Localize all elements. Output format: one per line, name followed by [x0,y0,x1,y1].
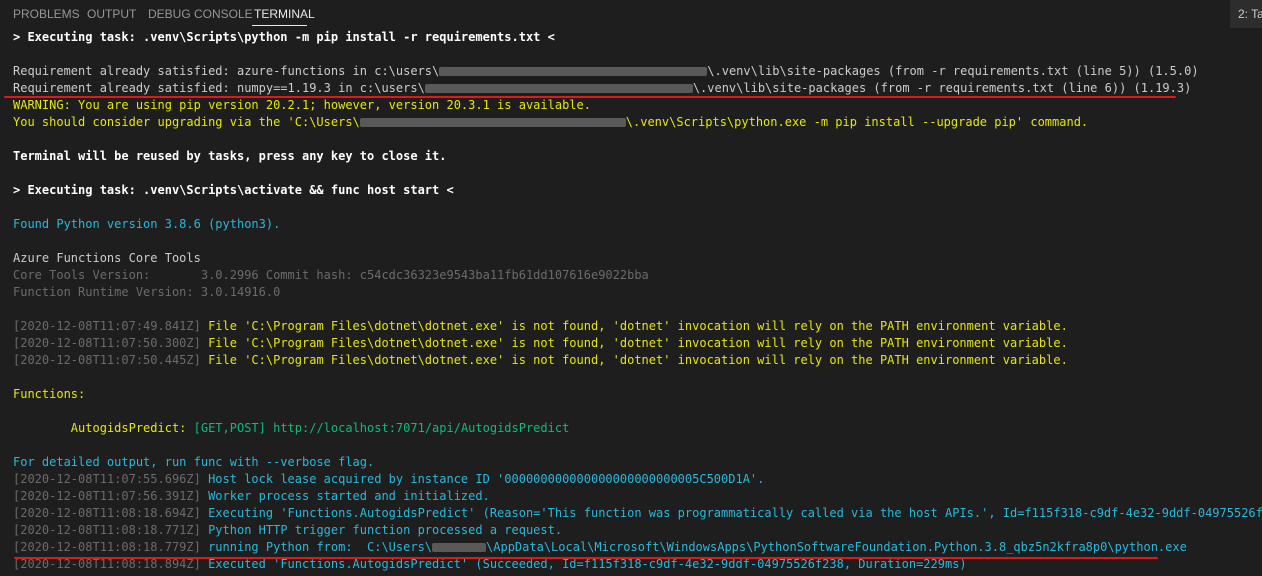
terminal-text: \.venv\lib\site-packages (from -r requir… [707,64,1199,78]
terminal-line: AutogidsPredict: [GET,POST] http://local… [13,421,570,438]
terminal-line: [2020-12-08T11:07:49.841Z] File 'C:\Prog… [13,319,1068,336]
terminal-line: You should consider upgrading via the 'C… [13,115,1088,132]
terminal-text: Requirement already satisfied: numpy==1.… [13,81,425,95]
terminal-line: > Executing task: .venv\Scripts\activate… [13,183,454,197]
terminal-text: \AppData\Local\Microsoft\WindowsApps\Pyt… [486,540,1187,554]
tab-problems[interactable]: PROBLEMS [13,7,80,21]
terminal-text: \.venv\Scripts\python.exe -m pip install… [625,115,1089,129]
terminal-text: File 'C:\Program Files\dotnet\dotnet.exe… [200,353,1068,367]
terminal-output[interactable]: > Executing task: .venv\Scripts\python -… [0,30,1262,576]
log-timestamp: [2020-12-08T11:07:55.696Z] [13,472,201,486]
terminal-text: Requirement already satisfied: azure-fun… [13,64,440,78]
annotation-underline [14,557,1158,559]
function-url-link[interactable]: http://localhost:7071/api/AutogidsPredic… [266,421,569,435]
redacted-username [439,67,708,76]
log-timestamp: [2020-12-08T11:07:50.445Z] [13,353,201,367]
log-timestamp: [2020-12-08T11:08:18.779Z] [13,540,201,554]
terminal-text: Host lock lease acquired by instance ID … [200,472,765,486]
terminal-line: [2020-12-08T11:07:55.696Z] Host lock lea… [13,472,764,489]
terminal-text: Worker process started and initialized. [200,489,490,503]
log-timestamp: [2020-12-08T11:07:56.391Z] [13,489,201,503]
terminal-text: File 'C:\Program Files\dotnet\dotnet.exe… [200,319,1068,333]
terminal-line: Function Runtime Version: 3.0.14916.0 [13,285,281,299]
terminal-line: For detailed output, run func with --ver… [13,455,375,469]
terminal-line: Found Python version 3.8.6 (python3). [13,217,281,231]
log-timestamp: [2020-12-08T11:07:50.300Z] [13,336,201,350]
terminal-line: [2020-12-08T11:08:18.694Z] Executing 'Fu… [13,506,1262,523]
terminal-line: [2020-12-08T11:07:50.445Z] File 'C:\Prog… [13,353,1068,370]
tab-terminal[interactable]: TERMINAL [254,7,315,21]
terminal-line: > Executing task: .venv\Scripts\python -… [13,30,555,44]
terminal-line: [2020-12-08T11:08:18.894Z] Executed 'Fun… [13,557,967,574]
redacted-username [359,118,626,127]
terminal-text: running Python from: C:\Users\ [200,540,433,554]
terminal-text: Python HTTP trigger function processed a… [200,523,563,537]
terminal-line: [2020-12-08T11:07:50.300Z] File 'C:\Prog… [13,336,1068,353]
log-timestamp: [2020-12-08T11:07:49.841Z] [13,319,201,333]
log-timestamp: [2020-12-08T11:08:18.894Z] [13,557,201,571]
terminal-text: Executed 'Functions.AutogidsPredict' (Su… [200,557,967,571]
panel-tab-bar: PROBLEMS OUTPUT DEBUG CONSOLE TERMINAL 2… [0,0,1262,28]
function-methods: [GET,POST] [186,421,266,435]
terminal-line: WARNING: You are using pip version 20.2.… [13,98,591,112]
tab-debug-console[interactable]: DEBUG CONSOLE [148,7,253,21]
redacted-username [432,543,487,552]
terminal-line: Requirement already satisfied: azure-fun… [13,64,1199,81]
terminal-line: [2020-12-08T11:08:18.779Z] running Pytho… [13,540,1187,557]
tab-output[interactable]: OUTPUT [87,7,136,21]
terminal-line: Functions: [13,387,86,401]
terminal-text: File 'C:\Program Files\dotnet\dotnet.exe… [200,336,1068,350]
annotation-underline [4,96,1176,98]
terminal-line: Azure Functions Core Tools [13,251,201,265]
log-timestamp: [2020-12-08T11:08:18.694Z] [13,506,201,520]
terminal-selector-dropdown[interactable]: 2: Ta [1230,0,1262,28]
terminal-text: \.venv\lib\site-packages (from -r requir… [692,81,1192,95]
function-name: AutogidsPredict: [13,421,187,435]
terminal-line: [2020-12-08T11:08:18.771Z] Python HTTP t… [13,523,562,540]
log-timestamp: [2020-12-08T11:08:18.771Z] [13,523,201,537]
active-tab-indicator [252,25,307,26]
redacted-username [424,84,693,93]
terminal-text: Executing 'Functions.AutogidsPredict' (R… [200,506,1262,520]
terminal-line: Terminal will be reused by tasks, press … [13,149,447,163]
terminal-text: You should consider upgrading via the 'C… [13,115,360,129]
terminal-line: [2020-12-08T11:07:56.391Z] Worker proces… [13,489,490,506]
terminal-line: Core Tools Version: 3.0.2996 Commit hash… [13,268,649,282]
